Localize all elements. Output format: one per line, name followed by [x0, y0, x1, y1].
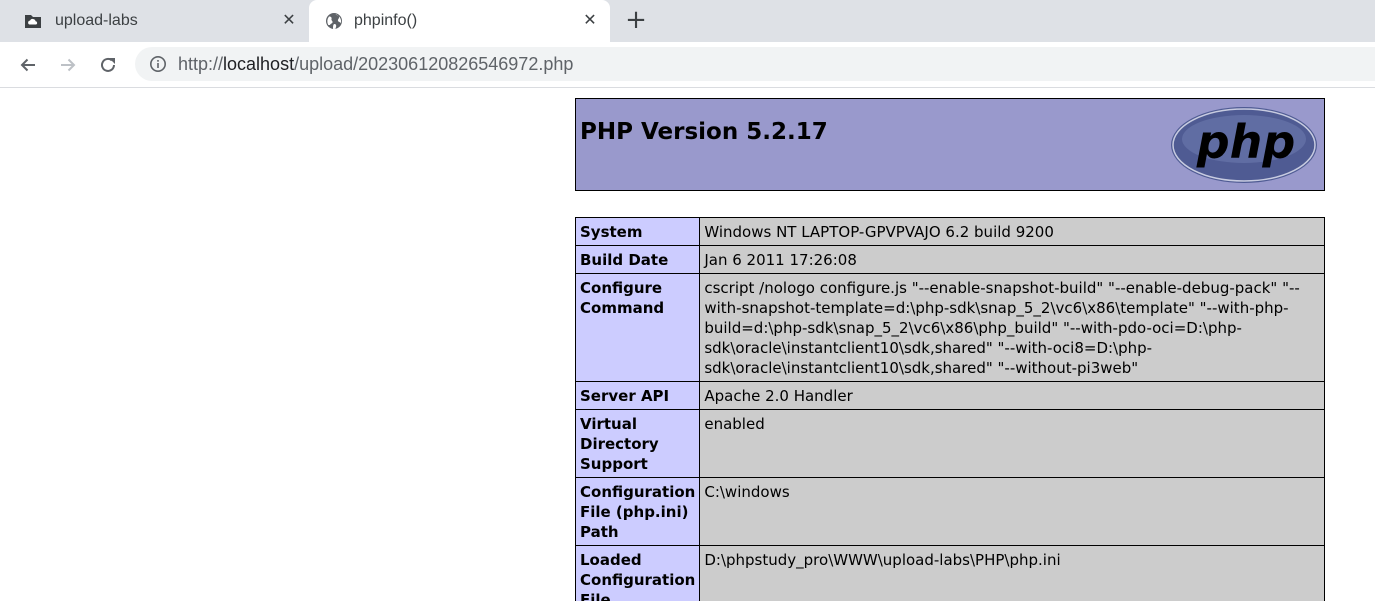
forward-button[interactable]: [55, 52, 81, 78]
tab-upload-labs[interactable]: upload-labs ✕: [0, 0, 309, 42]
php-info-table: System Windows NT LAPTOP-GPVPVAJO 6.2 bui…: [574, 217, 1325, 601]
page-content: PHP Version 5.2.17 php System Windows NT …: [0, 89, 1375, 601]
url-host: localhost: [223, 54, 295, 74]
row-value: Jan 6 2011 17:26:08: [699, 245, 1325, 274]
tab-title: phpinfo(): [354, 12, 418, 29]
address-bar[interactable]: http://localhost/upload/2023061208265469…: [135, 47, 1375, 81]
reload-button[interactable]: [95, 52, 121, 78]
row-key: Loaded Configuration File: [574, 545, 701, 601]
row-key: Configure Command: [574, 273, 701, 382]
table-row: Configuration File (php.ini) Path C:\wind…: [574, 477, 1325, 546]
row-key: Server API: [574, 381, 701, 410]
row-key: System: [574, 217, 701, 246]
browser-toolbar: http://localhost/upload/2023061208265469…: [0, 42, 1375, 88]
url-path: /upload/202306120826546972.php: [294, 54, 574, 74]
tab-phpinfo[interactable]: phpinfo() ✕: [309, 0, 610, 42]
tab-close-button[interactable]: ✕: [279, 11, 299, 31]
table-row: System Windows NT LAPTOP-GPVPVAJO 6.2 bui…: [574, 217, 1325, 246]
reload-icon: [101, 57, 115, 72]
phpinfo-header: PHP Version 5.2.17 php: [575, 98, 1325, 191]
php-info-rows: System Windows NT LAPTOP-GPVPVAJO 6.2 bui…: [574, 217, 1325, 601]
tab-close-button[interactable]: ✕: [580, 11, 600, 31]
row-value: C:\windows: [699, 477, 1325, 546]
globe-icon: [326, 13, 342, 29]
url-text[interactable]: http://localhost/upload/2023061208265469…: [178, 54, 573, 74]
table-row: Configure Command cscript /nologo configu…: [574, 273, 1325, 382]
table-row: Loaded Configuration File D:\phpstudy_pro…: [574, 545, 1325, 601]
table-row: Server API Apache 2.0 Handler: [574, 381, 1325, 410]
row-value: D:\phpstudy_pro\WWW\upload-labs\PHP\php.…: [699, 545, 1325, 601]
row-key: Build Date: [574, 245, 701, 274]
row-value: Apache 2.0 Handler: [699, 381, 1325, 410]
back-button[interactable]: [15, 52, 41, 78]
row-key: Virtual Directory Support: [574, 409, 701, 478]
folder-cloud-icon: [25, 15, 41, 28]
row-value: Windows NT LAPTOP-GPVPVAJO 6.2 build 920…: [699, 217, 1325, 246]
php-logo[interactable]: php: [1170, 106, 1318, 184]
row-value: enabled: [699, 409, 1325, 478]
php-logo-text: php: [1196, 115, 1296, 169]
info-icon[interactable]: [149, 55, 167, 73]
row-key: Configuration File (php.ini) Path: [574, 477, 701, 546]
row-value: cscript /nologo configure.js "--enable-s…: [699, 273, 1325, 382]
table-row: Build Date Jan 6 2011 17:26:08: [574, 245, 1325, 274]
arrow-left-icon: [20, 58, 35, 72]
table-row: Virtual Directory Support enabled: [574, 409, 1325, 478]
arrow-right-icon: [61, 58, 76, 72]
tab-strip: upload-labs ✕ phpinfo() ✕ +: [0, 0, 1375, 42]
url-scheme: http://: [178, 54, 224, 74]
new-tab-button[interactable]: +: [623, 7, 649, 34]
tab-title: upload-labs: [55, 12, 138, 29]
php-version-title: PHP Version 5.2.17: [580, 119, 828, 145]
